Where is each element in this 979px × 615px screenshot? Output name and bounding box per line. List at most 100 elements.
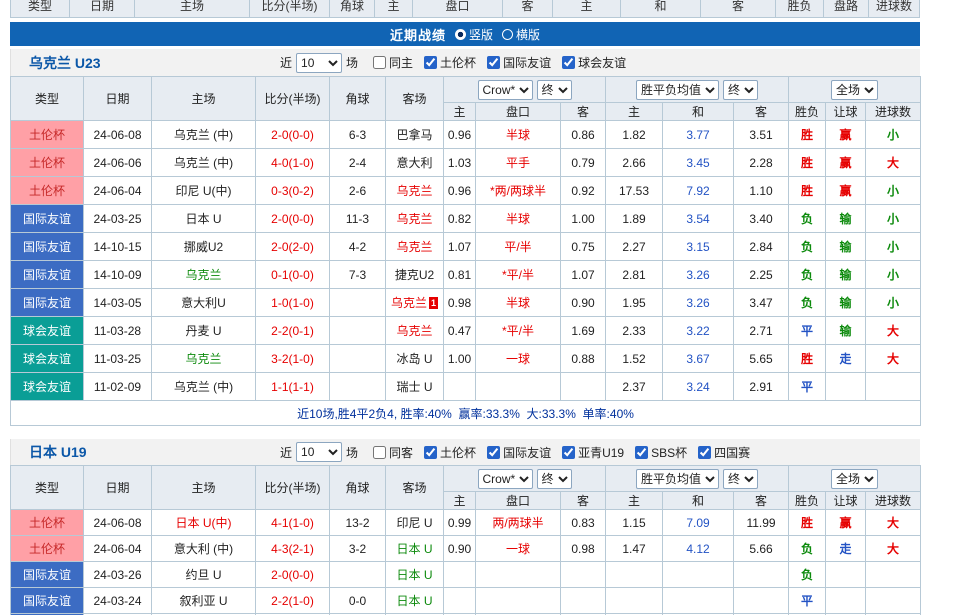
away-team-cell: 乌克兰 — [386, 177, 444, 205]
handicap-result: 赢 — [826, 177, 866, 205]
wdl-average-select[interactable]: 胜平负均值 — [636, 469, 719, 489]
handicap-away-odds: 1.69 — [561, 317, 606, 345]
filter-checkbox[interactable] — [373, 446, 386, 459]
filter-checkbox[interactable] — [698, 446, 711, 459]
layout-option-vertical[interactable]: 竖版 — [446, 26, 493, 43]
odds-company-select[interactable]: Crow* — [478, 80, 533, 100]
odds-company-select[interactable]: Crow* — [478, 469, 533, 489]
draw-odds: 3.26 — [663, 289, 734, 317]
home-team-cell: 日本 U(中) — [152, 510, 256, 536]
filter-option[interactable]: 同主 — [362, 54, 413, 71]
column-header: 角球 — [330, 77, 386, 121]
filter-checkbox[interactable] — [635, 446, 648, 459]
match-type: 国际友谊 — [11, 261, 84, 289]
wdl-average-select[interactable]: 胜平负均值 — [636, 80, 719, 100]
handicap-away-odds — [561, 562, 606, 588]
filter-checkbox[interactable] — [373, 56, 386, 69]
team-section-ukraine-u23: 乌克兰 U23 近10场同主土伦杯国际友谊球会友谊 类型日期主场比分(半场)角球… — [10, 49, 920, 426]
handicap-line: *两/两球半 — [476, 177, 561, 205]
away-team-cell: 日本 U — [386, 562, 444, 588]
filter-checkbox[interactable] — [562, 446, 575, 459]
corners — [330, 345, 386, 373]
top-strip-row: 类型日期主场比分(半场)角球主盘口客主和客胜负盘路进球数 — [10, 0, 920, 18]
filter-option[interactable]: 土伦杯 — [413, 444, 476, 461]
top-strip-col: 盘口 — [413, 0, 503, 18]
filter-label: 国际友谊 — [503, 444, 551, 461]
match-type: 土伦杯 — [11, 177, 84, 205]
filter-checkbox[interactable] — [487, 56, 500, 69]
filter-option[interactable]: 亚青U19 — [551, 444, 624, 461]
filter-controls: 近10场同主土伦杯国际友谊球会友谊 — [276, 53, 626, 73]
filter-option[interactable]: 国际友谊 — [476, 54, 551, 71]
layout-option-horizontal[interactable]: 横版 — [493, 26, 540, 43]
filter-option[interactable]: 土伦杯 — [413, 54, 476, 71]
sub-column-header: 客 — [561, 103, 606, 121]
match-scope-select[interactable]: 全场 — [831, 80, 878, 100]
sub-column-header: 主 — [444, 492, 476, 510]
column-header: 类型 — [11, 77, 84, 121]
team-section-japan-u19: 日本 U19 近10场同客土伦杯国际友谊亚青U19SBS杯四国赛 类型日期主场比… — [10, 439, 920, 615]
home-team-cell: 意大利 (中) — [152, 536, 256, 562]
result: 负 — [789, 261, 826, 289]
final-odds-select[interactable]: 终 — [723, 469, 758, 489]
handicap-home-odds: 0.82 — [444, 205, 476, 233]
lose-odds — [734, 562, 789, 588]
top-strip-col: 客 — [701, 0, 776, 18]
filter-option[interactable]: 国际友谊 — [476, 444, 551, 461]
recent-label-suffix: 场 — [346, 54, 358, 71]
match-row: 球会友谊11-02-09乌克兰 (中)1-1(1-1)瑞士 U2.373.242… — [11, 373, 921, 401]
filter-option[interactable]: SBS杯 — [624, 444, 687, 461]
filter-label: 同客 — [389, 444, 413, 461]
match-date: 24-06-04 — [84, 536, 152, 562]
match-row: 土伦杯24-06-08日本 U(中)4-1(1-0)13-2印尼 U0.99两/… — [11, 510, 921, 536]
handicap-home-odds — [444, 588, 476, 614]
match-row: 球会友谊11-03-25乌克兰3-2(1-0)冰岛 U1.00一球0.881.5… — [11, 345, 921, 373]
final-odds-select[interactable]: 终 — [537, 80, 572, 100]
final-odds-select[interactable]: 终 — [723, 80, 758, 100]
match-scope-select[interactable]: 全场 — [831, 469, 878, 489]
filter-checkbox[interactable] — [487, 446, 500, 459]
handicap-line — [476, 373, 561, 401]
handicap-home-odds: 0.90 — [444, 536, 476, 562]
filter-option[interactable]: 同客 — [362, 444, 413, 461]
summary-text: 近10场,胜4平2负4, 胜率:40% 赢率:33.3% 大:33.3% 单率:… — [11, 401, 921, 426]
filter-option[interactable]: 四国赛 — [687, 444, 750, 461]
top-strip-col: 进球数 — [869, 0, 920, 18]
top-strip-col: 类型 — [10, 0, 70, 18]
handicap-result: 输 — [826, 261, 866, 289]
lose-odds: 2.91 — [734, 373, 789, 401]
score: 1-1(1-1) — [256, 373, 330, 401]
away-team: 巴拿马 — [396, 128, 432, 142]
filter-checkbox[interactable] — [424, 56, 437, 69]
vertical-radio[interactable] — [455, 29, 466, 40]
away-team: 捷克U2 — [395, 268, 434, 282]
lose-odds: 5.66 — [734, 536, 789, 562]
win-odds: 2.81 — [606, 261, 663, 289]
home-team: 丹麦 U — [185, 324, 221, 338]
sub-column-header: 客 — [734, 103, 789, 121]
recent-count-select[interactable]: 10 — [296, 442, 342, 462]
horizontal-radio[interactable] — [502, 29, 513, 40]
away-team: 冰岛 U — [396, 352, 432, 366]
recent-count-select[interactable]: 10 — [296, 53, 342, 73]
home-team: 乌克兰 (中) — [174, 128, 233, 142]
win-odds: 1.47 — [606, 536, 663, 562]
filter-label: 同主 — [389, 54, 413, 71]
match-row: 土伦杯24-06-04印尼 U(中)0-3(0-2)2-6乌克兰0.96*两/两… — [11, 177, 921, 205]
final-odds-select[interactable]: 终 — [537, 469, 572, 489]
goals-result: 大 — [866, 345, 921, 373]
away-team-cell: 乌克兰 — [386, 233, 444, 261]
home-team: 挪威U2 — [184, 240, 223, 254]
filter-checkbox[interactable] — [424, 446, 437, 459]
filter-checkbox[interactable] — [562, 56, 575, 69]
corners: 0-0 — [330, 588, 386, 614]
match-row: 国际友谊24-03-26约旦 U2-0(0-0)日本 U负 — [11, 562, 921, 588]
handicap-result: 赢 — [826, 149, 866, 177]
lose-odds: 1.10 — [734, 177, 789, 205]
handicap-line: 半球 — [476, 289, 561, 317]
match-date: 24-06-08 — [84, 510, 152, 536]
filter-option[interactable]: 球会友谊 — [551, 54, 626, 71]
goals-result — [866, 562, 921, 588]
score: 2-2(0-1) — [256, 317, 330, 345]
team-name: 日本 U19 — [11, 442, 276, 462]
